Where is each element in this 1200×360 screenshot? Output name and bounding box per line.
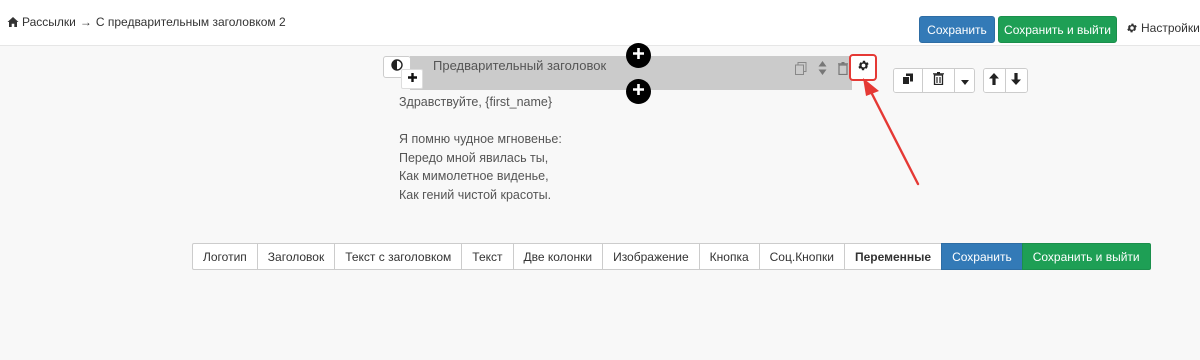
block-settings-button[interactable] xyxy=(849,54,877,81)
trash-icon[interactable] xyxy=(838,61,848,75)
sort-icon[interactable] xyxy=(816,59,828,77)
add-block-above-button[interactable] xyxy=(626,43,651,68)
settings-link[interactable]: Настройки xyxy=(1126,21,1200,35)
move-down-button[interactable] xyxy=(1005,69,1027,92)
home-icon[interactable] xyxy=(7,16,19,28)
move-block-group xyxy=(983,68,1028,93)
body-line: Передо мной явилась ты, xyxy=(399,150,549,165)
arrow-down-icon xyxy=(1011,72,1022,90)
add-element-button[interactable] xyxy=(401,69,423,89)
delete-block-button[interactable] xyxy=(923,69,956,92)
body-line: Как мимолетное виденье, xyxy=(399,169,549,183)
plus-icon xyxy=(632,83,645,101)
body-line xyxy=(399,112,562,131)
breadcrumb: Рассылки → С предварительным заголовком … xyxy=(7,15,286,29)
preheader-label[interactable]: Предварительный заголовок xyxy=(433,58,606,73)
body-line: Я помню чудное мгновенье: xyxy=(399,132,562,146)
copy-icon xyxy=(902,72,914,90)
bottom-save-button[interactable]: Сохранить xyxy=(941,243,1023,270)
arrow-up-icon xyxy=(989,72,1000,90)
duplicate-block-button[interactable] xyxy=(894,69,924,92)
email-body-text[interactable]: Здравствуйте, {first_name} Я помню чудно… xyxy=(399,93,562,204)
variables-button[interactable]: Переменные xyxy=(843,243,943,270)
settings-label: Настройки xyxy=(1141,21,1200,35)
copy-icon[interactable] xyxy=(794,61,808,75)
block-actions-group xyxy=(893,68,975,93)
top-bar: Рассылки → С предварительным заголовком … xyxy=(0,0,1200,46)
bottom-save-and-exit-button[interactable]: Сохранить и выйти xyxy=(1021,243,1151,270)
gear-icon xyxy=(1126,22,1138,34)
body-line: Здравствуйте, {first_name} xyxy=(399,95,553,109)
save-button[interactable]: Сохранить xyxy=(919,16,995,43)
block-heading-button[interactable]: Заголовок xyxy=(256,243,336,270)
trash-icon xyxy=(933,71,945,90)
plus-icon xyxy=(632,47,645,65)
breadcrumb-section[interactable]: Рассылки xyxy=(22,15,76,29)
block-text-button[interactable]: Текст xyxy=(461,243,514,270)
caret-down-icon xyxy=(960,72,969,90)
blocks-toolbar: Логотип Заголовок Текст с заголовком Тек… xyxy=(192,243,1151,270)
block-two-columns-button[interactable]: Две колонки xyxy=(512,243,604,270)
breadcrumb-separator: → xyxy=(79,15,92,29)
body-line: Как гений чистой красоты. xyxy=(399,187,552,202)
move-up-button[interactable] xyxy=(984,69,1006,92)
block-logo-button[interactable]: Логотип xyxy=(192,243,258,270)
annotation-arrow xyxy=(863,78,920,186)
save-and-exit-button[interactable]: Сохранить и выйти xyxy=(998,16,1117,43)
block-text-with-heading-button[interactable]: Текст с заголовком xyxy=(334,243,463,270)
add-block-below-button[interactable] xyxy=(626,79,651,104)
breadcrumb-current: С предварительным заголовком 2 xyxy=(95,15,286,29)
block-button-button[interactable]: Кнопка xyxy=(698,243,760,270)
gear-icon xyxy=(857,59,870,77)
block-social-buttons-button[interactable]: Соц.Кнопки xyxy=(758,243,845,270)
block-image-button[interactable]: Изображение xyxy=(602,243,700,270)
more-options-dropdown[interactable] xyxy=(955,69,974,92)
plus-icon xyxy=(407,70,418,88)
